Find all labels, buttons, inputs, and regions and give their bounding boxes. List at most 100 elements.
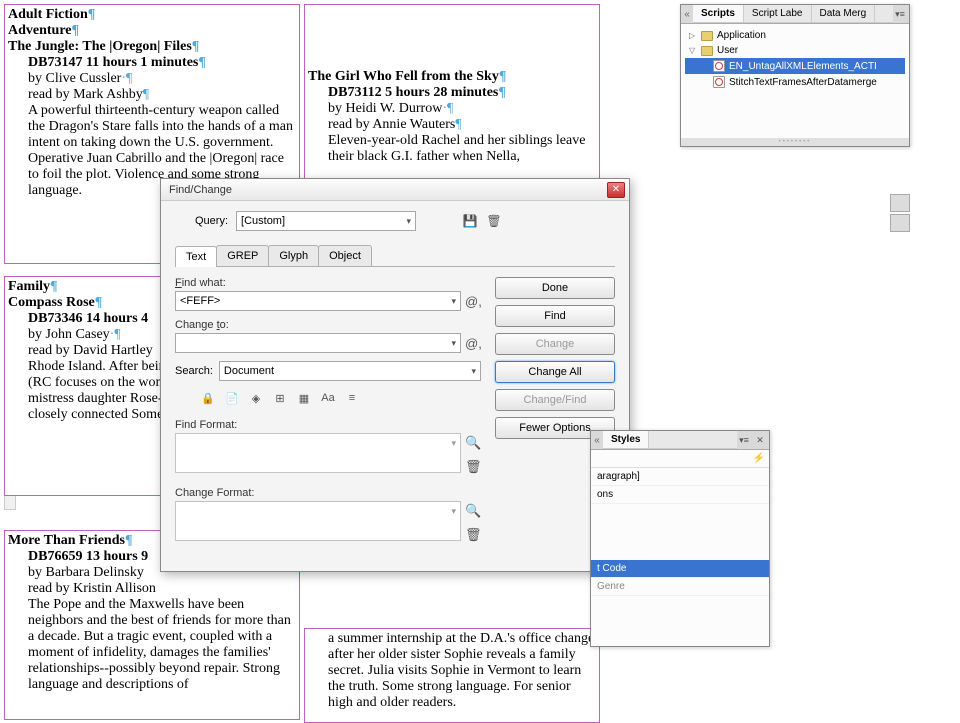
whole-word-icon[interactable]: ≡: [343, 389, 361, 407]
hidden-layers-icon[interactable]: ◈: [247, 389, 265, 407]
case-sensitive-icon[interactable]: Aa: [319, 389, 337, 407]
collapse-icon[interactable]: ▽: [689, 46, 697, 55]
specify-format-icon[interactable]: 🔍: [465, 503, 481, 519]
book-title: More Than Friends: [8, 533, 125, 548]
special-chars-icon[interactable]: @,: [465, 336, 481, 351]
style-item[interactable]: Genre: [591, 578, 769, 596]
change-button[interactable]: Change: [495, 333, 615, 355]
script-item-untag[interactable]: EN_UntagAllXMLElements_ACTI: [685, 58, 905, 74]
find-format-box[interactable]: [175, 433, 461, 473]
tab-glyph[interactable]: Glyph: [268, 245, 319, 266]
book-title: Compass Rose: [8, 295, 95, 310]
tab-grep[interactable]: GREP: [216, 245, 269, 266]
delete-query-icon[interactable]: 🗑: [486, 213, 502, 229]
pilcrow-icon: ¶: [498, 85, 506, 100]
pilcrow-icon: ¶: [192, 39, 200, 54]
book-reader: read by David Hartley: [28, 343, 153, 358]
pilcrow-icon: ·¶: [442, 101, 453, 116]
book-meta: DB73346 14 hours 4: [28, 311, 148, 326]
pilcrow-icon: ¶: [125, 533, 133, 548]
tree-folder-user[interactable]: ▽ User: [685, 43, 905, 58]
change-all-button[interactable]: Change All: [495, 361, 615, 383]
panel-menu-icon[interactable]: ▾≡: [737, 434, 751, 446]
book-author: by Heidi W. Durrow: [328, 101, 442, 116]
panel-close-icon[interactable]: ✕: [753, 434, 767, 446]
book-meta: DB76659 13 hours 9: [28, 549, 148, 564]
special-chars-icon[interactable]: @,: [465, 294, 481, 309]
book-author: by John Casey: [28, 327, 110, 342]
search-scope-dropdown[interactable]: Document: [219, 361, 481, 381]
change-to-input[interactable]: [175, 333, 461, 353]
pilcrow-icon: ¶: [50, 279, 58, 294]
dialog-title: Find/Change: [165, 184, 607, 196]
change-format-box[interactable]: [175, 501, 461, 541]
dialog-titlebar[interactable]: Find/Change ✕: [161, 179, 629, 201]
text-frame-5[interactable]: a summer internship at the D.A.'s office…: [304, 628, 600, 723]
script-icon: [713, 76, 725, 88]
close-icon[interactable]: ✕: [607, 182, 625, 198]
locked-stories-icon[interactable]: 📄: [223, 389, 241, 407]
tab-data-merge[interactable]: Data Merg: [812, 5, 876, 22]
change-find-button[interactable]: Change/Find: [495, 389, 615, 411]
save-query-icon[interactable]: 💾: [462, 213, 478, 229]
book-body: a summer internship at the D.A.'s office…: [328, 631, 594, 710]
book-reader: read by Mark Ashby: [28, 87, 143, 102]
book-meta: DB73112 5 hours 28 minutes: [328, 85, 498, 100]
clear-format-icon[interactable]: 🗑: [465, 459, 481, 475]
done-button[interactable]: Done: [495, 277, 615, 299]
pilcrow-icon: ¶: [143, 87, 149, 102]
style-item[interactable]: ons: [591, 486, 769, 504]
book-body: Eleven-year-old Rachel and her siblings …: [328, 133, 585, 164]
expand-icon[interactable]: ▷: [689, 31, 697, 40]
book-author: by Barbara Delinsky: [28, 565, 144, 580]
tree-folder-application[interactable]: ▷ Application: [685, 28, 905, 43]
book-meta: DB73147 11 hours 1 minutes: [28, 55, 198, 70]
book-title: The Jungle: The |Oregon| Files: [8, 39, 192, 54]
change-format-label: Change Format:: [175, 487, 481, 499]
tab-script-label[interactable]: Script Labe: [744, 5, 812, 22]
pilcrow-icon: ·¶: [110, 327, 121, 342]
pilcrow-icon: ·¶: [121, 71, 132, 86]
find-what-input[interactable]: <FEFF>: [175, 291, 461, 311]
footnotes-icon[interactable]: ▦: [295, 389, 313, 407]
find-button[interactable]: Find: [495, 305, 615, 327]
tab-object[interactable]: Object: [318, 245, 372, 266]
book-reader: read by Kristin Allison: [28, 581, 156, 596]
flash-icon[interactable]: ⚡: [753, 453, 765, 464]
tab-text[interactable]: Text: [175, 246, 217, 267]
master-pages-icon[interactable]: ⊞: [271, 389, 289, 407]
query-label: Query:: [195, 215, 228, 227]
script-item-stitch[interactable]: StitchTextFramesAfterDatamerge: [685, 74, 905, 90]
tab-scripts[interactable]: Scripts: [693, 5, 744, 22]
panel-grip[interactable]: ••••••••: [681, 138, 909, 146]
find-what-label: Find what:: [175, 277, 481, 289]
scripts-panel: « Scripts Script Labe Data Merg ▾≡ ▷ App…: [680, 4, 910, 147]
collapsed-panel-tab[interactable]: [890, 194, 910, 212]
style-item[interactable]: aragraph]: [591, 468, 769, 486]
specify-format-icon[interactable]: 🔍: [465, 435, 481, 451]
find-change-dialog: Find/Change ✕ Query: [Custom] 💾 🗑 Text G…: [160, 178, 630, 572]
style-item-selected[interactable]: t Code: [591, 560, 769, 578]
book-author: by Clive Cussler: [28, 71, 121, 86]
collapse-icon[interactable]: «: [681, 9, 693, 20]
pilcrow-icon: ¶: [499, 69, 507, 84]
collapsed-panel-dock: [890, 194, 910, 294]
query-dropdown[interactable]: [Custom]: [236, 211, 416, 231]
panel-menu-icon[interactable]: ▾≡: [893, 8, 907, 20]
locked-layers-icon[interactable]: 🔒: [199, 389, 217, 407]
tab-styles[interactable]: Styles: [603, 431, 649, 448]
search-label: Search:: [175, 365, 213, 377]
script-icon: [713, 60, 725, 72]
pilcrow-icon: ¶: [88, 7, 96, 22]
pilcrow-icon: ¶: [455, 117, 461, 132]
clear-format-icon[interactable]: 🗑: [465, 527, 481, 543]
heading-sub: Family: [8, 279, 50, 294]
pilcrow-icon: ¶: [198, 55, 206, 70]
book-body: The Pope and the Maxwells have been neig…: [28, 597, 291, 692]
paragraph-styles-panel: « Styles ▾≡ ✕ ⚡ aragraph] ons t Code Gen…: [590, 430, 770, 647]
folder-icon: [701, 31, 713, 41]
collapse-icon[interactable]: «: [591, 435, 603, 446]
collapsed-panel-tab[interactable]: [890, 214, 910, 232]
change-to-label: Change to:: [175, 319, 481, 331]
heading-genre: Adult Fiction: [8, 7, 88, 22]
